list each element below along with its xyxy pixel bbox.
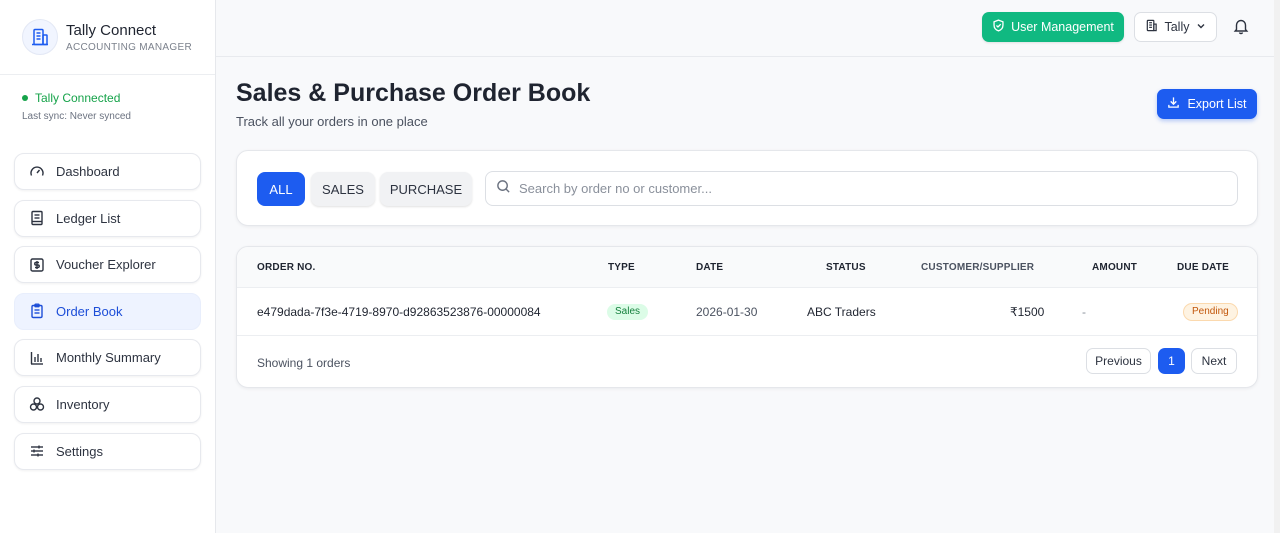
brand: Tally Connect ACCOUNTING MANAGER [0, 0, 215, 75]
sidebar-item-label: Order Book [56, 303, 123, 319]
header-type: TYPE [608, 262, 635, 273]
user-management-button[interactable]: User Management [982, 12, 1124, 42]
sidebar-item-voucher-explorer[interactable]: Voucher Explorer [14, 246, 201, 284]
sliders-icon [29, 443, 45, 459]
cell-amount: ₹1500 [1010, 305, 1045, 319]
previous-page-button[interactable]: Previous [1086, 348, 1151, 374]
table-header: ORDER NO. TYPE DATE STATUS CUSTOMER/SUPP… [237, 247, 1257, 288]
header-status: STATUS [826, 262, 866, 273]
header-customer: CUSTOMER/SUPPLIER [921, 262, 1035, 273]
page-title: Sales & Purchase Order Book [236, 79, 591, 107]
header-date: DATE [696, 262, 724, 273]
header-amount: AMOUNT [1092, 262, 1138, 273]
filter-sales-button[interactable]: SALES [311, 172, 375, 206]
sidebar-item-label: Inventory [56, 396, 110, 412]
shield-check-icon [992, 19, 1005, 35]
chevron-down-icon [1196, 20, 1206, 34]
topbar: User Management Tally [216, 0, 1280, 57]
sidebar-item-inventory[interactable]: Inventory [14, 385, 201, 423]
cell-due-date: - [1082, 305, 1086, 319]
cell-date: 2026-01-30 [696, 305, 758, 319]
sidebar: Tally Connect ACCOUNTING MANAGER Tally C… [0, 0, 216, 533]
cell-customer: ABC Traders [807, 305, 876, 319]
next-page-button[interactable]: Next [1191, 348, 1237, 374]
table-row[interactable]: e479dada-7f3e-4719-8970-d92863523876-000… [237, 288, 1257, 336]
sidebar-item-order-book[interactable]: Order Book [14, 292, 201, 330]
brand-subtitle: ACCOUNTING MANAGER [66, 41, 192, 53]
search-input[interactable] [519, 181, 1219, 196]
brand-title: Tally Connect [66, 21, 157, 39]
search-box [485, 171, 1238, 206]
filter-all-button[interactable]: ALL [257, 172, 305, 206]
bell-icon[interactable] [1232, 17, 1252, 37]
bar-chart-icon [29, 350, 45, 366]
sidebar-item-label: Dashboard [56, 164, 120, 179]
company-selector[interactable]: Tally [1134, 12, 1217, 42]
sidebar-item-label: Ledger List [56, 210, 121, 226]
showing-count: Showing 1 orders [257, 356, 351, 370]
sidebar-item-settings[interactable]: Settings [14, 432, 201, 470]
sidebar-item-monthly-summary[interactable]: Monthly Summary [14, 339, 201, 377]
clipboard-icon [29, 303, 45, 319]
sidebar-item-label: Settings [56, 443, 103, 459]
connection-status-text: Tally Connected [35, 91, 121, 105]
header-order-no: ORDER NO. [257, 262, 316, 273]
export-label: Export List [1187, 97, 1247, 111]
export-list-button[interactable]: Export List [1157, 89, 1257, 119]
filter-purchase-button[interactable]: PURCHASE [380, 172, 472, 206]
download-icon [1167, 96, 1180, 112]
sidebar-nav: Dashboard Ledger List Voucher Explorer O… [0, 153, 215, 470]
type-badge: Sales [607, 304, 649, 320]
status-badge: Pending [1183, 303, 1238, 321]
user-management-label: User Management [1011, 20, 1114, 34]
filter-card: ALL SALES PURCHASE [236, 150, 1258, 226]
gauge-icon [29, 164, 45, 180]
orders-table: ORDER NO. TYPE DATE STATUS CUSTOMER/SUPP… [236, 246, 1258, 388]
sidebar-item-label: Voucher Explorer [56, 257, 156, 273]
page-1-button[interactable]: 1 [1158, 348, 1185, 374]
scrollbar[interactable] [1274, 0, 1280, 533]
last-sync-text: Last sync: Never synced [22, 111, 131, 122]
building-icon [22, 19, 58, 55]
company-label: Tally [1164, 20, 1190, 34]
page-subtitle: Track all your orders in one place [236, 114, 428, 129]
header-due-date: DUE DATE [1177, 262, 1229, 273]
book-icon [29, 210, 45, 226]
boxes-icon [29, 396, 45, 412]
status-dot-icon [22, 95, 28, 101]
sidebar-item-label: Monthly Summary [56, 350, 161, 366]
building-icon [1145, 19, 1158, 35]
sidebar-item-ledger-list[interactable]: Ledger List [14, 199, 201, 237]
dollar-icon [29, 257, 45, 273]
cell-order-no: e479dada-7f3e-4719-8970-d92863523876-000… [257, 305, 541, 319]
connection-status: Tally Connected Last sync: Never synced [0, 75, 215, 153]
search-icon [496, 179, 511, 199]
sidebar-item-dashboard[interactable]: Dashboard [14, 153, 201, 190]
